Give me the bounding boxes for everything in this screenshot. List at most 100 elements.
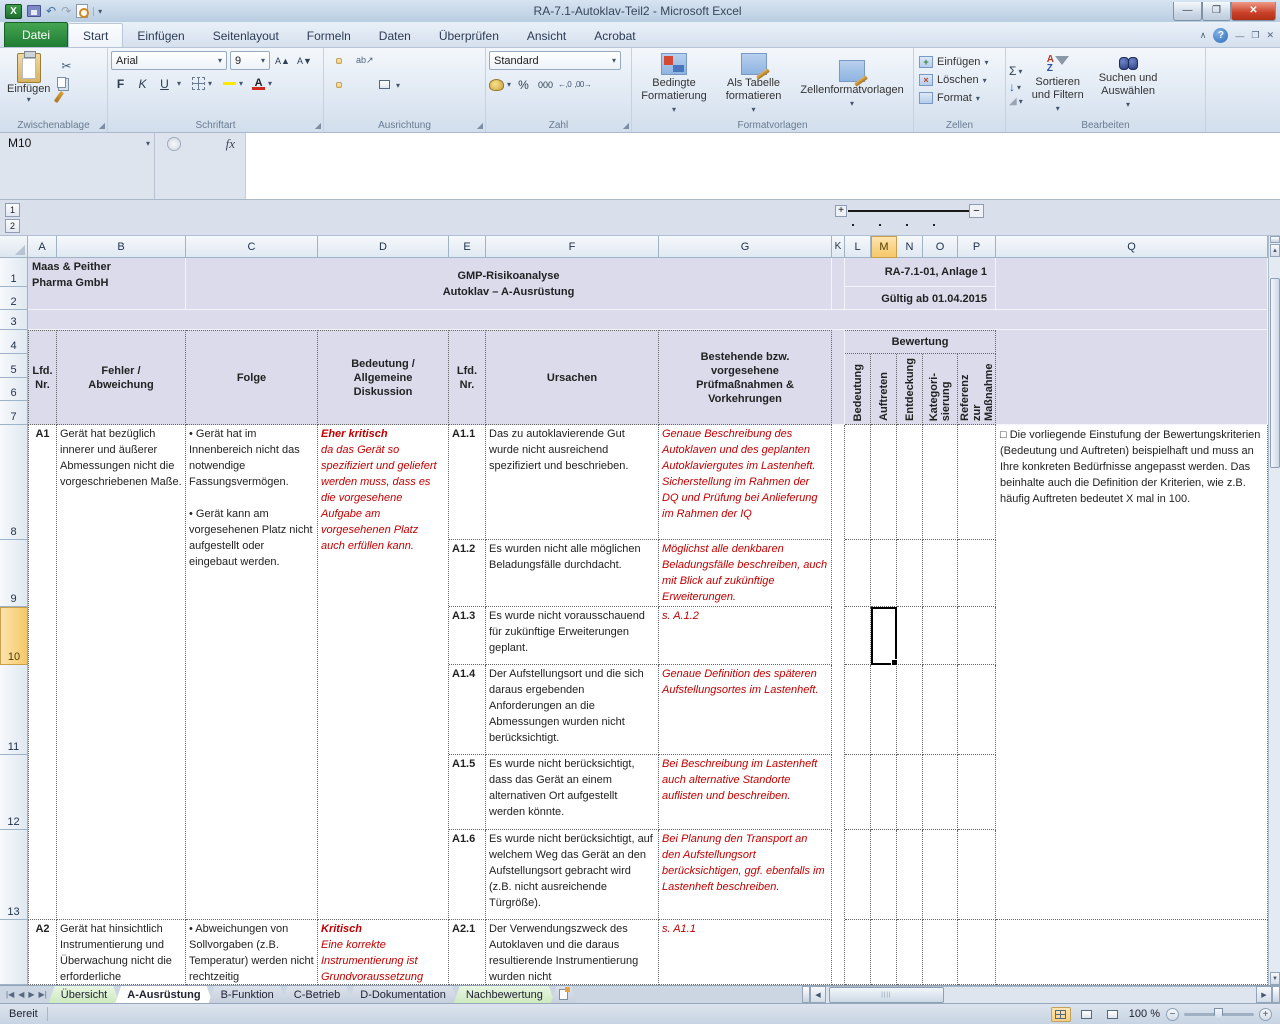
- cell-A1.4-massnahme[interactable]: Genaue Definition des späteren Aufstellu…: [659, 665, 832, 755]
- row-header-3[interactable]: 3: [0, 310, 28, 330]
- col-header-P[interactable]: P: [958, 236, 996, 258]
- cell-A1.2-ursache[interactable]: Es wurden nicht alle möglichen Beladungs…: [486, 540, 659, 607]
- next-sheet-icon[interactable]: ▶: [28, 990, 34, 999]
- insert-worksheet-button[interactable]: [551, 986, 577, 1003]
- underline-button[interactable]: U: [155, 74, 174, 93]
- cell-N8[interactable]: [897, 425, 923, 540]
- sheet-tab-nachbewertung[interactable]: Nachbewertung: [454, 986, 555, 1003]
- col-header-O[interactable]: O: [923, 236, 958, 258]
- first-sheet-icon[interactable]: |◀: [6, 990, 14, 999]
- cell-P8[interactable]: [958, 425, 996, 540]
- cell-row3-strip[interactable]: [28, 310, 1268, 330]
- header-pruefmassnahmen[interactable]: Bestehende bzw. vorgesehene Prüfmaßnahme…: [659, 330, 832, 425]
- vertical-scrollbar[interactable]: ▲ ▼: [1268, 236, 1280, 985]
- cell-band-Q[interactable]: [996, 258, 1268, 310]
- cell-L9[interactable]: [845, 540, 871, 607]
- cell-O10[interactable]: [923, 607, 958, 665]
- dialog-launcher-icon[interactable]: ◢: [623, 121, 629, 130]
- font-color-button[interactable]: A: [252, 78, 265, 90]
- cell-N11[interactable]: [897, 665, 923, 755]
- cell-A1.4-ursache[interactable]: Der Aufstellungsort und die sich daraus …: [486, 665, 659, 755]
- decrease-indent-icon[interactable]: [354, 82, 360, 88]
- outline-collapse-button[interactable]: −: [969, 204, 984, 218]
- autosum-button[interactable]: Σ▾: [1009, 64, 1023, 78]
- page-break-view-button[interactable]: [1103, 1007, 1123, 1022]
- copy-icon[interactable]: [57, 77, 66, 88]
- decrease-decimal-icon[interactable]: ,00→: [574, 80, 591, 89]
- percent-style-icon[interactable]: %: [514, 75, 533, 94]
- find-select-dropdown-icon[interactable]: ▾: [1126, 98, 1130, 111]
- formula-input[interactable]: [245, 133, 1280, 199]
- page-layout-view-button[interactable]: [1077, 1007, 1097, 1022]
- workbook-minimize-button[interactable]: —: [1235, 31, 1244, 41]
- cell-O14[interactable]: [923, 920, 958, 985]
- cell-A2-bedeutung[interactable]: Kritisch Eine korrekte Instrumentierung …: [318, 920, 449, 985]
- cell-styles-dropdown-icon[interactable]: ▾: [850, 97, 854, 110]
- wrap-text-icon[interactable]: [385, 58, 391, 64]
- borders-dropdown-icon[interactable]: ▾: [208, 79, 212, 88]
- cell-A1.3-id[interactable]: A1.3: [449, 607, 486, 665]
- conditional-formatting-button[interactable]: Bedingte Formatierung ▾: [633, 51, 714, 118]
- dialog-launcher-icon[interactable]: ◢: [315, 121, 321, 130]
- row-header-5[interactable]: 5: [0, 354, 28, 378]
- zoom-level[interactable]: 100 %: [1129, 1008, 1160, 1020]
- cell-A2.1-ursache[interactable]: Der Verwendungszweck des Autoklaven und …: [486, 920, 659, 985]
- header-lfd-nr[interactable]: Lfd. Nr.: [28, 330, 57, 425]
- font-name-select[interactable]: Arial ▾: [111, 51, 227, 70]
- cell-O9[interactable]: [923, 540, 958, 607]
- col-header-Q[interactable]: Q: [996, 236, 1268, 258]
- cut-icon[interactable]: ✂: [57, 59, 75, 74]
- cell-A1-folge[interactable]: • Gerät hat im Innenbereich nicht das no…: [186, 425, 318, 920]
- scroll-down-icon[interactable]: ▼: [1270, 972, 1280, 985]
- col-header-F[interactable]: F: [486, 236, 659, 258]
- fill-color-button[interactable]: [223, 83, 236, 85]
- cell-Q14[interactable]: [996, 920, 1268, 985]
- delete-cells-button[interactable]: × Löschen ▾: [917, 73, 1002, 87]
- zoom-in-icon[interactable]: +: [1259, 1008, 1272, 1021]
- header-lfd-nr-2[interactable]: Lfd. Nr.: [449, 330, 486, 425]
- cell-N13[interactable]: [897, 830, 923, 920]
- cell-company[interactable]: Maas & Peither Pharma GmbH: [28, 258, 186, 310]
- header-rot-entdeckung[interactable]: Entdeckung: [897, 354, 923, 425]
- row-header-6[interactable]: 6: [0, 378, 28, 401]
- restore-button[interactable]: ❐: [1202, 2, 1231, 21]
- prev-sheet-icon[interactable]: ◀: [18, 990, 24, 999]
- tab-ueberpruefen[interactable]: Überprüfen: [425, 24, 513, 47]
- dialog-launcher-icon[interactable]: ◢: [477, 121, 483, 130]
- cell-M13[interactable]: [871, 830, 897, 920]
- cell-O8[interactable]: [923, 425, 958, 540]
- cell-O12[interactable]: [923, 755, 958, 830]
- row-header-4[interactable]: 4: [0, 330, 28, 354]
- formula-options-button[interactable]: [167, 137, 181, 151]
- zoom-slider-track[interactable]: [1184, 1013, 1254, 1016]
- scroll-left-icon[interactable]: ◀: [810, 986, 826, 1003]
- tab-acrobat[interactable]: Acrobat: [580, 24, 649, 47]
- cell-O13[interactable]: [923, 830, 958, 920]
- borders-icon[interactable]: [192, 77, 205, 90]
- fill-color-dropdown-icon[interactable]: ▾: [239, 79, 243, 88]
- save-icon[interactable]: [27, 5, 41, 17]
- row-header-7[interactable]: 7: [0, 401, 28, 425]
- minimize-ribbon-icon[interactable]: ∧: [1200, 30, 1207, 41]
- cell-A1.6-ursache[interactable]: Es wurde nicht berücksichtigt, auf welch…: [486, 830, 659, 920]
- cell-spacer[interactable]: [832, 425, 845, 985]
- tab-ansicht[interactable]: Ansicht: [513, 24, 580, 47]
- cell-L12[interactable]: [845, 755, 871, 830]
- horizontal-scrollbar[interactable]: ||||: [826, 986, 1256, 1003]
- format-as-table-dropdown-icon[interactable]: ▾: [752, 103, 756, 116]
- cell-A2-id[interactable]: A2: [28, 920, 57, 985]
- autosum-dropdown-icon[interactable]: ▾: [1018, 67, 1022, 76]
- cell-L14[interactable]: [845, 920, 871, 985]
- header-spacer-K[interactable]: [832, 330, 845, 425]
- header-bedeutung[interactable]: Bedeutung / Allgemeine Diskussion: [318, 330, 449, 425]
- undo-icon[interactable]: ↶: [46, 5, 56, 17]
- row-header-14[interactable]: [0, 920, 28, 985]
- cell-A1.6-id[interactable]: A1.6: [449, 830, 486, 920]
- shrink-font-icon[interactable]: A▼: [295, 51, 314, 70]
- cell-A1.4-id[interactable]: A1.4: [449, 665, 486, 755]
- clear-button[interactable]: ◢▾: [1009, 96, 1023, 107]
- horizontal-split-handle[interactable]: [802, 986, 810, 1003]
- cell-A2-fehler[interactable]: Gerät hat hinsichtlich Instrumentierung …: [57, 920, 186, 985]
- col-header-L[interactable]: L: [845, 236, 871, 258]
- cell-P11[interactable]: [958, 665, 996, 755]
